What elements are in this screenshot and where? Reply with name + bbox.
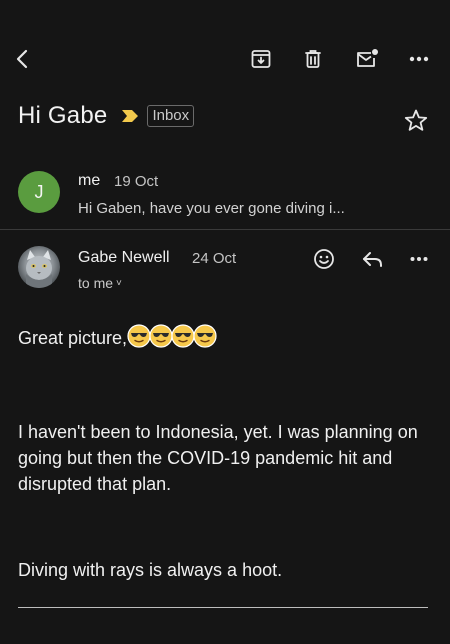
archive-icon [251,50,271,68]
signature-divider [18,607,428,608]
collapsed-message[interactable]: J me 19 Oct Hi Gaben, have you ever gone… [0,163,450,229]
back-arrow-icon [16,49,28,69]
email-subject: Hi Gabe [18,102,108,129]
message-date: 19 Oct [114,173,159,190]
top-toolbar [0,0,450,100]
divider [0,229,450,230]
star-icon[interactable] [403,108,429,134]
message-more-button[interactable] [406,247,432,271]
sunglasses-emoji-icon [127,324,151,348]
sender-name: Gabe Newell [78,249,170,266]
body-line: Great picture, [18,324,428,351]
recipient-text: to me [78,275,114,291]
body-paragraph: I haven't been to Indonesia, yet. I was … [18,422,418,494]
body-text: Great picture, [18,328,128,348]
sunglasses-emoji-icon [171,324,195,348]
more-icon [409,56,429,62]
emoji-group [127,324,217,348]
back-button[interactable] [8,44,38,74]
mark-unread-button[interactable] [352,44,382,74]
more-icon [410,257,428,261]
inbox-label-chip[interactable]: Inbox [147,105,195,127]
message-header: Gabe Newell 24 Oct to me ˅ [0,240,450,300]
chevron-down-icon: ˅ [116,278,122,289]
mark-unread-icon [357,49,378,67]
importance-marker-icon[interactable] [121,109,139,123]
trash-icon [305,50,321,68]
sunglasses-emoji-icon [149,324,173,348]
delete-button[interactable] [298,44,328,74]
more-options-button[interactable] [404,44,434,74]
body-paragraph: Diving with rays is always a hoot. [18,560,283,580]
message-snippet: Hi Gaben, have you ever gone diving i... [78,200,345,217]
recipient-details-toggle[interactable]: to me ˅ [78,275,122,291]
cat-avatar-icon [26,250,52,288]
avatar-initial: J [34,181,44,202]
sunglasses-emoji-icon [193,324,217,348]
avatar: J [18,171,60,213]
reply-icon[interactable] [360,247,386,271]
subject-row: Hi Gabe Inbox [18,98,195,134]
sender-name: me [78,172,101,189]
message-date: 24 Oct [192,250,237,267]
message-body: Great picture, I haven't been to Indones… [18,324,428,580]
add-reaction-icon[interactable] [312,247,336,271]
avatar[interactable] [18,246,60,288]
archive-button[interactable] [246,44,276,74]
